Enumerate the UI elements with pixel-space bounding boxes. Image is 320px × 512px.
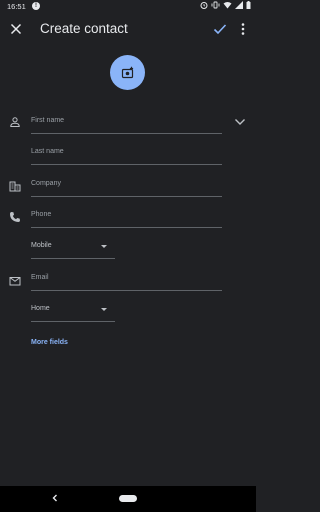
first-name-placeholder: First name bbox=[31, 117, 65, 124]
dropdown-arrow-icon bbox=[101, 245, 107, 248]
company-field[interactable]: Company bbox=[31, 180, 222, 197]
app-bar: Create contact bbox=[0, 13, 256, 45]
status-bar: 16:51 ! bbox=[0, 0, 256, 13]
add-photo-icon bbox=[121, 66, 133, 78]
last-name-field[interactable]: Last name bbox=[31, 148, 222, 165]
signal-icon bbox=[235, 1, 243, 9]
email-type-select[interactable]: Home bbox=[31, 305, 115, 322]
last-name-placeholder: Last name bbox=[31, 148, 64, 155]
page-title: Create contact bbox=[40, 21, 128, 36]
back-icon[interactable] bbox=[50, 493, 60, 503]
check-icon bbox=[213, 24, 227, 35]
email-icon bbox=[9, 277, 21, 286]
home-pill-button[interactable] bbox=[119, 495, 137, 502]
save-button[interactable] bbox=[212, 21, 228, 37]
dropdown-arrow-icon bbox=[101, 308, 107, 311]
close-button[interactable] bbox=[7, 20, 25, 38]
phone-type-value: Mobile bbox=[31, 242, 52, 249]
person-icon bbox=[10, 117, 20, 127]
wifi-icon bbox=[223, 2, 232, 9]
first-name-field[interactable]: First name bbox=[31, 117, 222, 134]
vibrate-icon bbox=[211, 1, 220, 9]
company-placeholder: Company bbox=[31, 180, 61, 187]
phone-placeholder: Phone bbox=[31, 211, 52, 218]
status-time: 16:51 bbox=[7, 2, 26, 11]
phone-icon bbox=[10, 212, 20, 222]
navigation-bar bbox=[0, 486, 256, 512]
email-type-value: Home bbox=[31, 305, 50, 312]
phone-field[interactable]: Phone bbox=[31, 211, 222, 228]
phone-type-select[interactable]: Mobile bbox=[31, 242, 115, 259]
business-icon bbox=[9, 181, 21, 192]
more-vert-icon bbox=[241, 23, 245, 35]
status-icons bbox=[200, 1, 251, 9]
email-field[interactable]: Email bbox=[31, 274, 222, 291]
more-options-button[interactable] bbox=[238, 21, 248, 37]
expand-name-chevron-down-icon[interactable] bbox=[234, 117, 246, 127]
close-icon bbox=[10, 23, 22, 35]
battery-icon bbox=[246, 1, 251, 9]
notification-alert-icon: ! bbox=[32, 2, 40, 10]
add-photo-button[interactable] bbox=[110, 55, 145, 90]
more-fields-button[interactable]: More fields bbox=[31, 339, 68, 346]
email-placeholder: Email bbox=[31, 274, 49, 281]
alarm-icon bbox=[200, 2, 208, 9]
